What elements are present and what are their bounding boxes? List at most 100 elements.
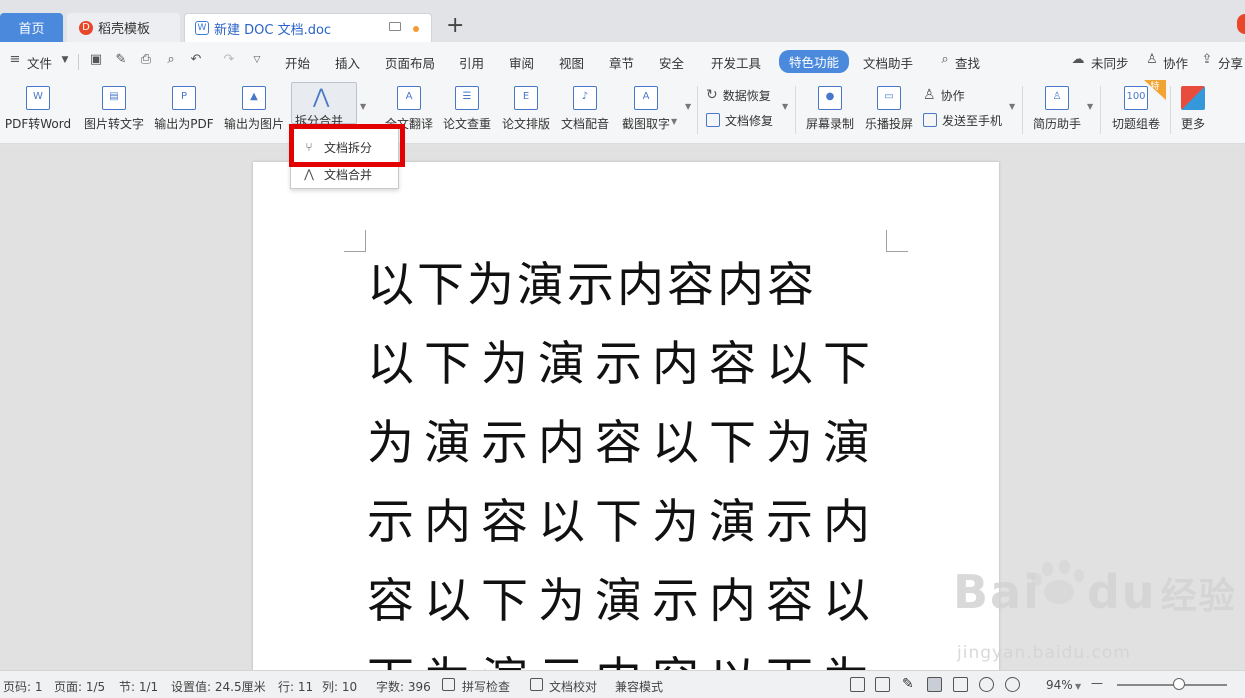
menu-insert[interactable]: 插入: [335, 53, 360, 72]
doc-dubbing-button[interactable]: ♪ 文档配音: [559, 84, 611, 136]
search-icon[interactable]: ⌕: [938, 53, 952, 67]
save-icon[interactable]: ▣: [89, 53, 103, 67]
cast-screen-button[interactable]: ▭ 乐播投屏: [863, 84, 915, 136]
menu-chapter[interactable]: 章节: [609, 53, 634, 72]
status-section[interactable]: 节: 1/1: [119, 678, 158, 695]
paper-layout-button[interactable]: E 论文排版: [500, 84, 552, 136]
menu-file[interactable]: 文件: [27, 53, 52, 72]
export-image-label: 输出为图片: [223, 117, 284, 131]
menu-find[interactable]: 查找: [955, 53, 980, 72]
customize-toolbar-icon[interactable]: ▽: [250, 53, 264, 67]
spell-check-button[interactable]: 拼写检查: [462, 678, 510, 695]
read-mode-icon[interactable]: [875, 677, 890, 692]
more-button[interactable]: 更多: [1176, 84, 1210, 136]
menu-developer[interactable]: 开发工具: [711, 53, 761, 72]
merge-icon: ⋀: [304, 167, 314, 181]
send-dropdown-icon[interactable]: ▼: [1009, 102, 1015, 111]
export-image-button[interactable]: ▲ 输出为图片: [222, 84, 286, 136]
quiz-builder-button[interactable]: 100 切题组卷: [1108, 84, 1164, 136]
quiz-icon: 100: [1124, 86, 1148, 110]
resume-dropdown-icon[interactable]: ▼: [1087, 102, 1093, 111]
divider: [78, 54, 79, 70]
zoom-slider-track[interactable]: [1117, 684, 1227, 686]
document-page[interactable]: 以下为演示内容内容 以下为演示内容以下 为演示内容以下为演 示内容以下为演示内 …: [253, 162, 999, 682]
hamburger-icon[interactable]: ≡: [8, 53, 22, 67]
split-merge-dropdown-arrow-icon[interactable]: ▼: [360, 102, 366, 111]
new-tab-button[interactable]: +: [446, 15, 464, 37]
ribbon-divider: [1170, 86, 1171, 134]
web-view-icon[interactable]: [979, 677, 994, 692]
doc-proof-button[interactable]: 文档校对: [549, 678, 597, 695]
print-icon[interactable]: ⎙: [139, 53, 153, 67]
cast-screen-icon: ▭: [877, 86, 901, 110]
resume-assistant-button[interactable]: ♙ 简历助手: [1030, 84, 1084, 136]
page-view-icon[interactable]: [927, 677, 942, 692]
ribbon-divider: [795, 86, 796, 134]
monitor-icon[interactable]: [389, 22, 401, 31]
ribbon-collab-button[interactable]: ♙ 协作: [923, 86, 965, 104]
zoom-slider-handle[interactable]: [1173, 678, 1185, 690]
menu-reference[interactable]: 引用: [459, 53, 484, 72]
doc-repair-button[interactable]: 文档修复: [706, 111, 773, 129]
watermark-jingyan: 经验: [1160, 576, 1237, 617]
status-row[interactable]: 行: 11: [278, 678, 313, 695]
paper-check-button[interactable]: ☰ 论文查重: [441, 84, 493, 136]
screenshot-ocr-button[interactable]: A 截图取字: [618, 84, 674, 136]
tab-template[interactable]: D 稻壳模板: [67, 13, 180, 42]
screenshot-ocr-dropdown-icon[interactable]: ▼: [671, 117, 677, 126]
menu-page-layout[interactable]: 页面布局: [385, 53, 435, 72]
zoom-dropdown-icon[interactable]: ▼: [1075, 682, 1081, 691]
doc-dubbing-label: 文档配音: [560, 117, 609, 131]
cloud-sync-icon[interactable]: ☁: [1071, 53, 1085, 67]
status-word-count[interactable]: 字数: 396: [376, 678, 431, 695]
screenshot-ocr-icon: A: [634, 86, 658, 110]
pdf-to-word-icon: W: [26, 86, 50, 110]
recovery-dropdown-icon[interactable]: ▼: [782, 102, 788, 111]
menu-doc-assistant[interactable]: 文档助手: [863, 53, 913, 72]
send-to-phone-button[interactable]: 发送至手机: [923, 111, 1002, 129]
tab-strip: 首页 D 稻壳模板 W 新建 DOC 文档.doc +: [0, 0, 1245, 42]
image-to-text-button[interactable]: ▤ 图片转文字: [82, 84, 146, 136]
paper-layout-icon: E: [514, 86, 538, 110]
split-merge-button[interactable]: ⋀ 拆分合并: [291, 82, 357, 128]
menu-special-features[interactable]: 特色功能: [779, 50, 850, 73]
ribbon-divider: [697, 86, 698, 134]
highlight-box: [289, 124, 405, 167]
fullscreen-icon[interactable]: [850, 677, 865, 692]
status-page[interactable]: 页面: 1/5: [54, 678, 105, 695]
format-painter-icon[interactable]: ✎: [114, 53, 128, 67]
share-icon[interactable]: ⇪: [1200, 53, 1214, 67]
chevron-down-icon[interactable]: ▼: [58, 53, 72, 67]
menu-start[interactable]: 开始: [285, 53, 310, 72]
print-preview-icon[interactable]: ⌕: [164, 53, 178, 67]
menu-view[interactable]: 视图: [559, 53, 584, 72]
eye-protection-icon[interactable]: [1005, 677, 1020, 692]
sync-status[interactable]: 未同步: [1091, 53, 1129, 72]
redo-icon[interactable]: ↷: [222, 53, 236, 67]
outline-view-icon[interactable]: [953, 677, 968, 692]
collab-user-icon[interactable]: ♙: [1145, 53, 1159, 67]
tab-home[interactable]: 首页: [0, 13, 63, 42]
menu-review[interactable]: 审阅: [509, 53, 534, 72]
data-recovery-button[interactable]: ↻ 数据恢复: [706, 86, 771, 104]
more-apps-icon: [1181, 86, 1205, 110]
zoom-out-button[interactable]: —: [1091, 676, 1103, 690]
screen-record-button[interactable]: ● 屏幕录制: [804, 84, 856, 136]
spell-check-icon: [442, 678, 455, 691]
status-setting-value[interactable]: 设置值: 24.5厘米: [171, 678, 266, 695]
status-bar: 页码: 1 页面: 1/5 节: 1/1 设置值: 24.5厘米 行: 11 列…: [0, 670, 1245, 698]
export-pdf-button[interactable]: P 输出为PDF: [153, 84, 215, 136]
ribbon-group-dropdown-icon[interactable]: ▼: [685, 102, 691, 111]
ribbon-toolbar: W PDF转Word ▤ 图片转文字 P 输出为PDF ▲ 输出为图片 ⋀ 拆分…: [0, 80, 1245, 144]
tab-document[interactable]: W 新建 DOC 文档.doc: [184, 13, 432, 42]
pdf-to-word-button[interactable]: W PDF转Word: [4, 84, 72, 136]
pdf-to-word-label: PDF转Word: [4, 117, 72, 131]
share-button[interactable]: 分享: [1218, 53, 1243, 72]
zoom-level[interactable]: 94%: [1046, 678, 1073, 692]
write-mode-icon[interactable]: ✎: [902, 677, 917, 692]
status-column[interactable]: 列: 10: [322, 678, 357, 695]
status-page-number[interactable]: 页码: 1: [3, 678, 43, 695]
menu-security[interactable]: 安全: [659, 53, 684, 72]
collab-button[interactable]: 协作: [1163, 53, 1188, 72]
undo-icon[interactable]: ↶: [189, 53, 203, 67]
